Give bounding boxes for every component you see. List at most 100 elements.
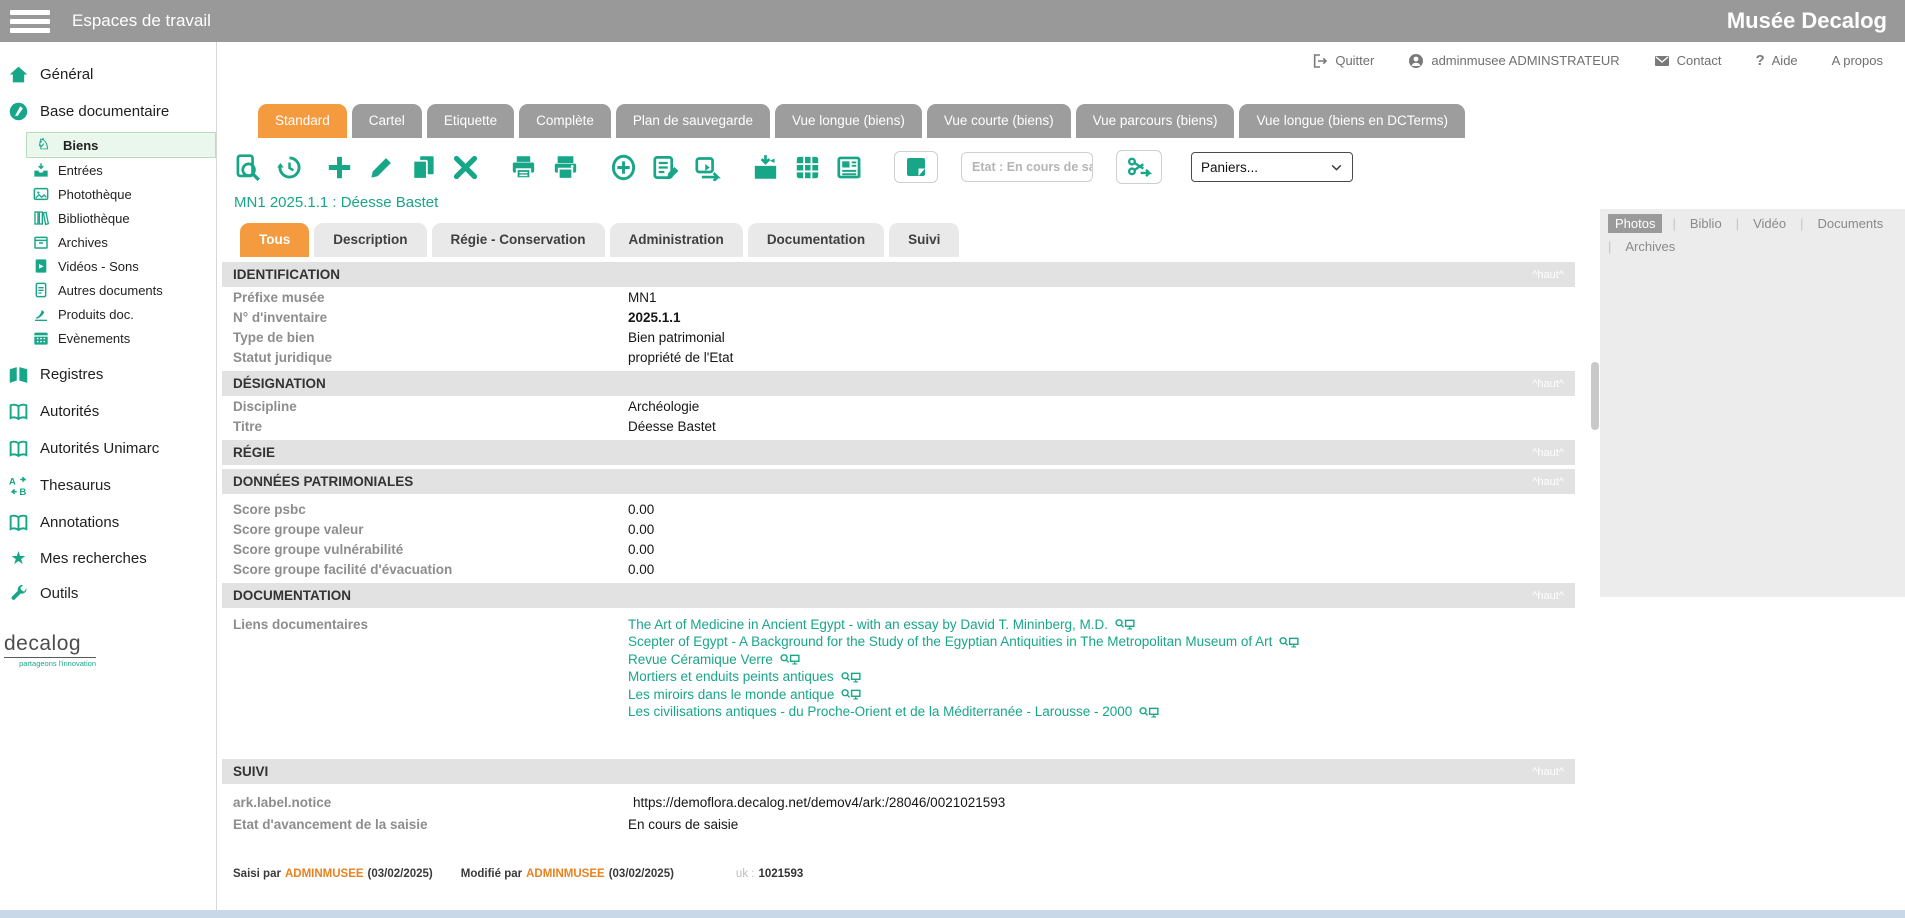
envelope-icon [1654, 53, 1670, 69]
media-tab-biblio[interactable]: Biblio [1686, 214, 1726, 233]
back-to-top-link[interactable]: ^haut^ [1532, 476, 1564, 488]
sidebar-item-archives[interactable]: Archives [26, 230, 216, 254]
grid-calc-button[interactable] [794, 154, 821, 181]
documentation-link[interactable]: Les miroirs dans le monde antique [628, 687, 1300, 704]
history-button[interactable] [276, 154, 303, 181]
media-tab-separator: | [1672, 216, 1675, 231]
vertical-scrollbar-thumb[interactable] [1591, 362, 1599, 430]
view-tab-standard[interactable]: Standard [258, 104, 347, 138]
documentation-link[interactable]: Revue Céramique Verre [628, 652, 1300, 669]
contact-link[interactable]: Contact [1654, 53, 1722, 69]
sidebar-item-label: Produits doc. [58, 307, 134, 322]
user-account[interactable]: adminmusee ADMINSTRATEUR [1408, 53, 1619, 69]
help-link[interactable]: ? Aide [1755, 52, 1797, 69]
sidebar-item-autorites-unimarc[interactable]: Autorités Unimarc [0, 430, 216, 467]
record-sections: IDENTIFICATION ^haut^ Préfixe musée MN1 … [222, 262, 1575, 880]
sidebar-item-entrees[interactable]: Entrées [26, 158, 216, 182]
sidebar-item-phototheque[interactable]: Photothèque [26, 182, 216, 206]
sidebar-item-registres[interactable]: Registres [0, 356, 216, 393]
menu-icon[interactable] [10, 6, 50, 37]
media-tab-documents[interactable]: Documents [1813, 214, 1887, 233]
field-row: Score groupe valeur 0.00 [222, 519, 1575, 539]
sidebar-item-evenements[interactable]: Evènements [26, 326, 216, 350]
view-tab-complete[interactable]: Complète [519, 104, 611, 138]
delete-button[interactable] [452, 154, 479, 181]
print-button[interactable] [510, 154, 537, 181]
etat-field[interactable]: Etat : En cours de saisie [961, 152, 1093, 182]
archive-in-button[interactable] [752, 154, 779, 181]
edit-form-button[interactable] [652, 154, 679, 181]
sidebar-item-produits-doc[interactable]: Produits doc. [26, 302, 216, 326]
documentation-link[interactable]: The Art of Medicine in Ancient Egypt - w… [628, 617, 1300, 634]
view-tab-plan-sauvegarde[interactable]: Plan de sauvegarde [616, 104, 770, 138]
media-tabs: Photos | Biblio | Vidéo | Documents | Ar… [1608, 214, 1897, 256]
report-button[interactable] [836, 154, 863, 181]
horizontal-scrollbar[interactable] [0, 910, 1905, 918]
detail-tab-administration[interactable]: Administration [610, 223, 743, 257]
back-to-top-link[interactable]: ^haut^ [1532, 378, 1564, 390]
note-button[interactable] [894, 151, 938, 183]
view-tab-vue-longue-dcterms[interactable]: Vue longue (biens en DCTerms) [1239, 104, 1465, 138]
back-to-top-link[interactable]: ^haut^ [1532, 447, 1564, 459]
saisi-par-user: ADMINMUSEE [285, 868, 364, 880]
quit-link[interactable]: Quitter [1312, 53, 1374, 69]
field-label: Discipline [233, 399, 628, 414]
field-row: Type de bien Bien patrimonial [222, 327, 1575, 347]
sidebar-item-label: Biens [63, 138, 98, 153]
media-tab-archives[interactable]: Archives [1621, 237, 1679, 256]
duplicate-button[interactable] [410, 154, 437, 181]
field-value: Archéologie [628, 399, 699, 414]
print-list-button[interactable] [552, 154, 579, 181]
media-tab-photos[interactable]: Photos [1608, 214, 1662, 233]
add-button[interactable] [326, 154, 353, 181]
sidebar-item-thesaurus[interactable]: AB Thesaurus [0, 467, 216, 504]
help-label: Aide [1772, 53, 1798, 68]
detail-tab-tous[interactable]: Tous [240, 223, 309, 257]
sidebar-item-annotations[interactable]: Annotations [0, 504, 216, 541]
sidebar-item-biens[interactable]: ♘ Biens [26, 132, 216, 158]
documentation-link[interactable]: Scepter of Egypt - A Background for the … [628, 634, 1300, 651]
field-value: 0.00 [628, 522, 654, 537]
sidebar-item-mes-recherches[interactable]: ★ Mes recherches [0, 541, 216, 575]
about-link[interactable]: A propos [1832, 53, 1883, 68]
back-to-top-link[interactable]: ^haut^ [1532, 766, 1564, 778]
decalog-logo[interactable]: decalog partageons l'innovation [4, 632, 96, 668]
field-value-ark-url[interactable]: https://demoflora.decalog.net/demov4/ark… [628, 795, 1005, 810]
sidebar-item-autres-documents[interactable]: Autres documents [26, 278, 216, 302]
user-icon [1408, 53, 1424, 69]
section-header-identification: IDENTIFICATION ^haut^ [222, 262, 1575, 287]
detail-tab-documentation[interactable]: Documentation [748, 223, 884, 257]
sidebar-item-videos-sons[interactable]: Vidéos - Sons [26, 254, 216, 278]
paniers-select[interactable]: Paniers... [1191, 152, 1353, 182]
back-to-top-link[interactable]: ^haut^ [1532, 590, 1564, 602]
edit-button[interactable] [368, 154, 395, 181]
saisi-par-date: (03/02/2025) [368, 868, 433, 880]
sidebar-item-base-documentaire[interactable]: Base documentaire [0, 93, 216, 130]
media-tab-separator: | [1800, 216, 1803, 231]
field-label: Préfixe musée [233, 290, 628, 305]
detail-tab-regie-conservation[interactable]: Régie - Conservation [432, 223, 605, 257]
detail-tab-description[interactable]: Description [314, 223, 426, 257]
detail-tab-suivi[interactable]: Suivi [889, 223, 959, 257]
sidebar-item-autorites[interactable]: Autorités [0, 393, 216, 430]
view-tab-vue-courte-biens[interactable]: Vue courte (biens) [927, 104, 1071, 138]
media-tab-video[interactable]: Vidéo [1749, 214, 1790, 233]
sidebar-item-outils[interactable]: Outils [0, 575, 216, 612]
back-to-top-link[interactable]: ^haut^ [1532, 269, 1564, 281]
sidebar-item-general[interactable]: Général [0, 56, 216, 93]
document-icon [33, 282, 49, 298]
preview-search-button[interactable] [234, 154, 261, 181]
link-tool-button[interactable] [1116, 150, 1162, 184]
section-title: DONNÉES PATRIMONIALES [233, 474, 413, 489]
field-row: Score groupe facilité d'évacuation 0.00 [222, 559, 1575, 579]
view-tab-vue-longue-biens[interactable]: Vue longue (biens) [775, 104, 922, 138]
documentation-link[interactable]: Mortiers et enduits peints antiques [628, 669, 1300, 686]
books-icon [33, 210, 49, 226]
sidebar-item-bibliotheque[interactable]: Bibliothèque [26, 206, 216, 230]
transfer-button[interactable] [694, 154, 721, 181]
view-tab-cartel[interactable]: Cartel [352, 104, 422, 138]
documentation-link[interactable]: Les civilisations antiques - du Proche-O… [628, 704, 1300, 721]
view-tab-etiquette[interactable]: Etiquette [427, 104, 514, 138]
view-tab-vue-parcours-biens[interactable]: Vue parcours (biens) [1076, 104, 1235, 138]
add-related-button[interactable] [610, 154, 637, 181]
